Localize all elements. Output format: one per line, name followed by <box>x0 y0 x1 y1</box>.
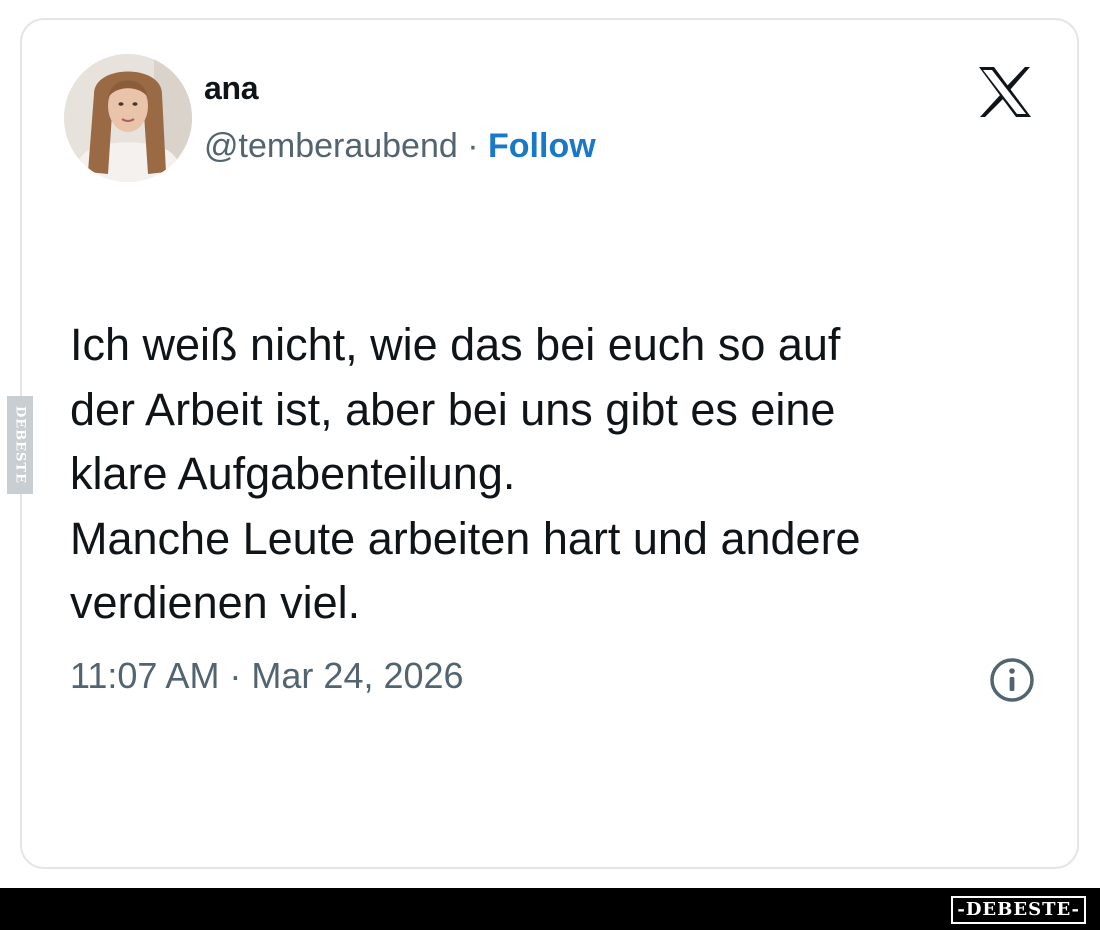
bottom-bar: -DEBESTE- <box>0 888 1100 930</box>
info-icon[interactable] <box>988 656 1036 704</box>
x-logo-icon[interactable] <box>977 66 1033 118</box>
tweet-text-line: Manche Leute arbeiten hart und andere <box>70 512 861 564</box>
avatar[interactable] <box>64 54 192 182</box>
watermark-label: -DEBESTE- <box>951 896 1086 924</box>
tweet-text-line: verdienen viel. <box>70 577 361 628</box>
side-watermark-label: DEBESTE <box>12 405 28 485</box>
tweet-timestamp[interactable]: 11:07 AM · Mar 24, 2026 <box>70 655 464 697</box>
tweet-text: Ich weiß nicht, wie das bei euch so auf … <box>70 313 1050 636</box>
author-handle[interactable]: @temberaubend <box>204 127 458 165</box>
side-watermark: DEBESTE <box>7 396 33 494</box>
avatar-image <box>64 54 192 182</box>
handle-row: @temberaubend · Follow <box>204 127 596 166</box>
tweet-card: ana @temberaubend · Follow Ich weiß nich… <box>20 18 1079 869</box>
tweet-text-line: der Arbeit ist, aber bei uns gibt es ein… <box>70 383 836 435</box>
follow-button[interactable]: Follow <box>488 127 596 165</box>
separator-dot: · <box>457 127 489 165</box>
author-name[interactable]: ana <box>204 70 259 107</box>
tweet-text-line: Ich weiß nicht, wie das bei euch so auf <box>70 319 841 370</box>
tweet-text-line: klare Aufgabenteilung. <box>70 448 516 499</box>
